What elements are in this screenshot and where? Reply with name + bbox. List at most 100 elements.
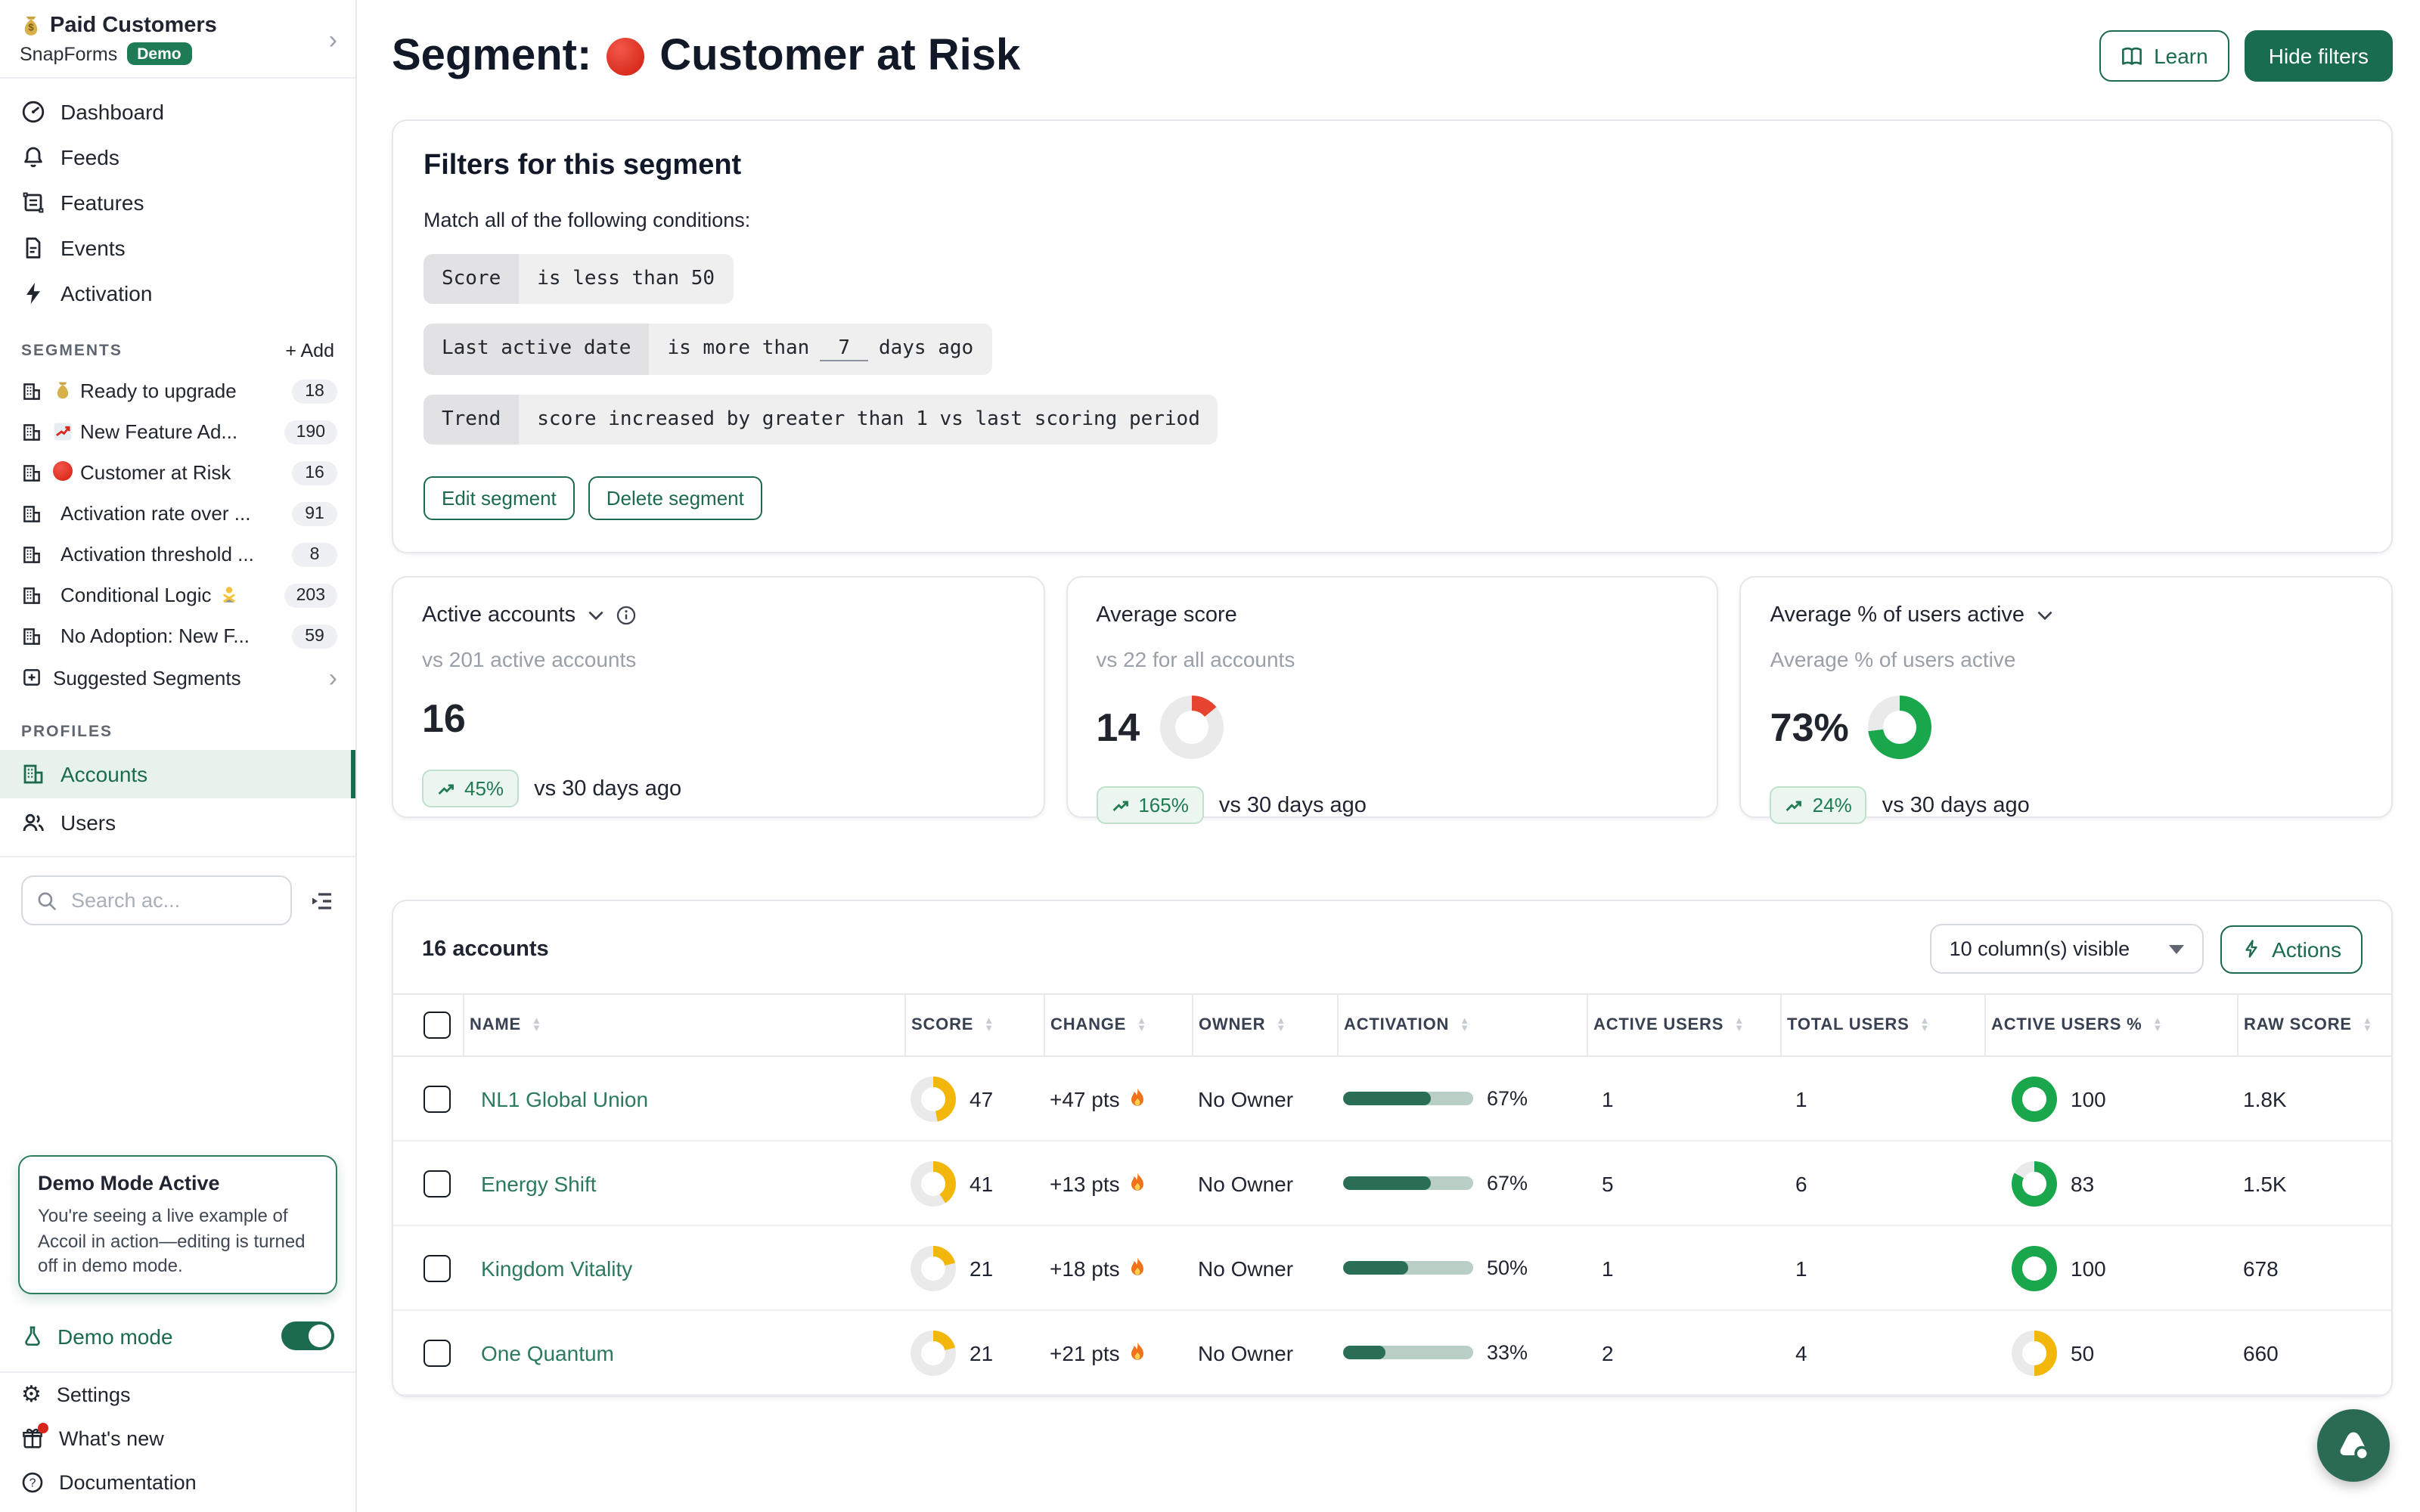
sidebar-segment-item-1[interactable]: New Feature Ad... 190: [0, 411, 355, 452]
sort-icon[interactable]: ▲▼: [532, 1018, 542, 1033]
column-header-activation[interactable]: ACTIVATION▲▼: [1344, 1016, 1580, 1034]
active-users-pct-donut: [2012, 1160, 2057, 1206]
actions-button[interactable]: Actions: [2220, 925, 2363, 973]
sidebar-segment-item-2[interactable]: Customer at Risk 16: [0, 452, 355, 493]
columns-visible-select[interactable]: 10 column(s) visible: [1930, 924, 2204, 974]
activation-pct: 67%: [1487, 1087, 1528, 1110]
sort-icon[interactable]: ▲▼: [984, 1018, 994, 1033]
change-value: +21 pts: [1050, 1340, 1120, 1365]
row-checkbox[interactable]: [424, 1339, 451, 1366]
score-donut: [911, 1076, 956, 1121]
filters-heading: Filters for this segment: [424, 150, 2361, 183]
sidebar-item-feeds[interactable]: Feeds: [0, 135, 355, 180]
sort-icon[interactable]: ▲▼: [1460, 1018, 1470, 1033]
sidebar-segment-item-0[interactable]: Ready to upgrade 18: [0, 370, 355, 411]
sort-icon[interactable]: ▲▼: [1920, 1018, 1931, 1033]
account-name-link[interactable]: Energy Shift: [469, 1171, 597, 1195]
chevron-down-icon[interactable]: [2035, 606, 2053, 624]
table-row[interactable]: Energy Shift 41 +13 pts No Owner 67% 5 6…: [393, 1141, 2393, 1225]
accounts-label: Accounts: [60, 762, 147, 786]
sidebar-segment-item-3[interactable]: Activation rate over ... 91: [0, 493, 355, 534]
sort-icon[interactable]: ▲▼: [1276, 1018, 1286, 1033]
gift-icon: [21, 1427, 44, 1450]
total-users-value: 1: [1786, 1256, 1807, 1280]
table-row[interactable]: Kingdom Vitality 21 +18 pts No Owner 50%…: [393, 1225, 2393, 1310]
segment-count-badge: 59: [292, 624, 337, 648]
sidebar-nav: Dashboard Feeds Features Events Activati…: [0, 79, 355, 319]
row-checkbox[interactable]: [424, 1254, 451, 1281]
sidebar-item-settings[interactable]: ⚙ Settings: [0, 1373, 355, 1417]
filter-condition-trend[interactable]: Trend score increased by greater than 1 …: [424, 395, 1218, 445]
stat-card-active-accounts: Active accounts vs 201 active accounts 1…: [392, 576, 1044, 818]
score-value: 41: [970, 1171, 993, 1195]
sidebar-item-accounts[interactable]: Accounts: [0, 750, 355, 798]
collapse-sidebar-icon[interactable]: [310, 888, 334, 912]
demo-mode-row: Demo mode: [0, 1309, 355, 1362]
column-header-owner[interactable]: OWNER▲▼: [1199, 1016, 1330, 1034]
segment-count-badge: 190: [284, 420, 337, 444]
sidebar-item-events[interactable]: Events: [0, 225, 355, 271]
owner-value: No Owner: [1198, 1256, 1293, 1280]
edit-segment-button[interactable]: Edit segment: [424, 476, 575, 520]
sidebar-item-users[interactable]: Users: [0, 798, 355, 847]
search-input[interactable]: [68, 888, 277, 913]
column-header-active-users[interactable]: ACTIVE USERS▲▼: [1593, 1016, 1773, 1034]
chevron-down-icon[interactable]: [586, 606, 604, 624]
sort-icon[interactable]: ▲▼: [1734, 1018, 1745, 1033]
filter-condition-last-active[interactable]: Last active date is more than 7 days ago: [424, 324, 991, 375]
trend-badge: 45%: [422, 770, 519, 807]
filter-value[interactable]: 7: [820, 337, 868, 361]
page-title-main: Customer at Risk: [659, 31, 1020, 81]
chevron-right-icon[interactable]: ›: [329, 26, 337, 52]
sort-icon[interactable]: ▲▼: [2152, 1018, 2163, 1033]
account-name-link[interactable]: One Quantum: [469, 1340, 614, 1365]
sidebar-item-features[interactable]: Features: [0, 180, 355, 225]
profiles-header: PROFILES: [21, 723, 113, 741]
sort-icon[interactable]: ▲▼: [2363, 1018, 2373, 1033]
sidebar-item-whats-new[interactable]: What's new: [0, 1417, 355, 1461]
info-icon[interactable]: [615, 605, 636, 626]
account-name-link[interactable]: NL1 Global Union: [469, 1086, 648, 1111]
filter-condition-score[interactable]: Score is less than 50: [424, 254, 733, 304]
table-row[interactable]: NL1 Global Union 47 +47 pts No Owner 67%…: [393, 1056, 2393, 1141]
flask-icon: [21, 1325, 44, 1347]
row-checkbox[interactable]: [424, 1085, 451, 1112]
table-row[interactable]: One Quantum 21 +21 pts No Owner 33% 2 4 …: [393, 1310, 2393, 1395]
raw-score-value: 660: [2243, 1340, 2279, 1365]
add-segment-button[interactable]: + Add: [285, 340, 334, 361]
sidebar-item-activation[interactable]: Activation: [0, 271, 355, 316]
column-header-total-users[interactable]: TOTAL USERS▲▼: [1787, 1016, 1978, 1034]
activation-bar: [1343, 1346, 1473, 1359]
column-header-score[interactable]: SCORE▲▼: [911, 1016, 1037, 1034]
sidebar-segment-item-4[interactable]: Activation threshold ... 8: [0, 534, 355, 575]
owner-value: No Owner: [1198, 1086, 1293, 1111]
sidebar-segment-item-5[interactable]: Conditional Logic 203: [0, 575, 355, 615]
activation-bar: [1343, 1176, 1473, 1190]
accoil-chat-button[interactable]: [2317, 1409, 2390, 1482]
sort-icon[interactable]: ▲▼: [1137, 1018, 1147, 1033]
select-all-checkbox[interactable]: [424, 1012, 451, 1039]
demo-mode-toggle[interactable]: [281, 1321, 334, 1350]
sidebar-item-documentation[interactable]: ? Documentation: [0, 1461, 355, 1512]
nav-label: Feeds: [60, 145, 119, 169]
row-checkbox[interactable]: [424, 1170, 451, 1197]
activation-bar: [1343, 1261, 1473, 1275]
column-header-name[interactable]: NAME▲▼: [470, 1016, 898, 1034]
page-title-prefix: Segment:: [392, 31, 591, 81]
hide-filters-button[interactable]: Hide filters: [2245, 30, 2393, 82]
sidebar-item-suggested-segments[interactable]: Suggested Segments ›: [0, 656, 355, 699]
account-name-link[interactable]: Kingdom Vitality: [469, 1256, 632, 1280]
segment-label: No Adoption: New F...: [60, 624, 250, 647]
activation-pct: 33%: [1487, 1341, 1528, 1364]
building-icon: [21, 584, 42, 606]
sidebar-segment-item-6[interactable]: No Adoption: New F... 59: [0, 615, 355, 656]
workspace-switcher[interactable]: $ Paid Customers SnapForms Demo ›: [0, 0, 355, 79]
column-header-active-users-pct[interactable]: ACTIVE USERS %▲▼: [1991, 1016, 2230, 1034]
column-header-raw-score[interactable]: RAW SCORE▲▼: [2244, 1016, 2390, 1034]
column-header-change[interactable]: CHANGE▲▼: [1050, 1016, 1185, 1034]
delete-segment-button[interactable]: Delete segment: [588, 476, 762, 520]
sidebar-item-dashboard[interactable]: Dashboard: [0, 89, 355, 135]
main-content: Segment: Customer at Risk Learn Hide fil…: [357, 0, 2420, 1512]
learn-button[interactable]: Learn: [2099, 30, 2229, 82]
stat-cards: Active accounts vs 201 active accounts 1…: [392, 576, 2393, 818]
